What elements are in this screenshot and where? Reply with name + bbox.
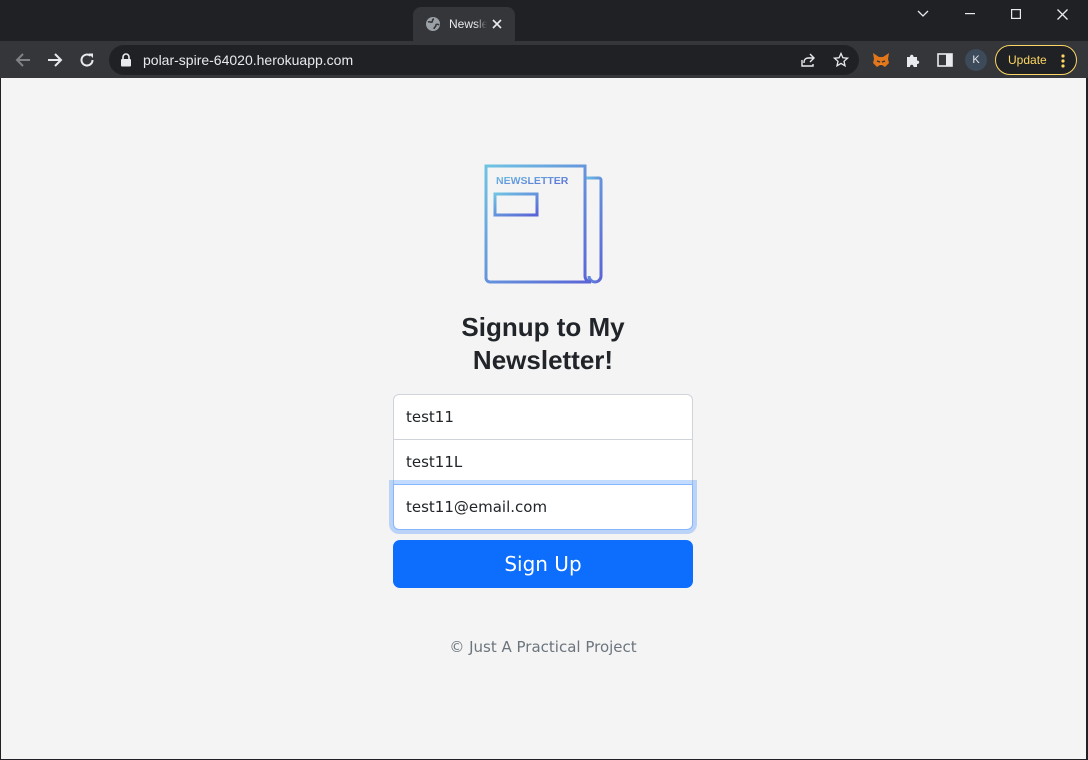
lock-icon[interactable] (120, 53, 134, 67)
more-menu-icon[interactable] (1058, 53, 1068, 69)
address-bar[interactable]: polar-spire-64020.herokuapp.com (109, 45, 859, 75)
page-viewport: NEWSLETTER Signup to My Newsletter! Sign… (1, 78, 1086, 759)
metamask-extension-icon[interactable] (867, 46, 895, 74)
share-icon[interactable] (798, 50, 818, 70)
forward-arrow-icon[interactable] (41, 46, 69, 74)
signup-button[interactable]: Sign Up (393, 540, 693, 588)
globe-icon (425, 16, 441, 32)
signup-form: Sign Up (393, 394, 693, 588)
minimize-icon[interactable] (947, 0, 993, 28)
tab-close-icon[interactable] (489, 16, 505, 32)
bookmark-star-icon[interactable] (831, 50, 851, 70)
page-title: Signup to My Newsletter! (461, 312, 625, 375)
browser-tab[interactable]: Newsletter (413, 7, 515, 41)
tab-strip: Newsletter (0, 0, 1088, 41)
extensions-puzzle-icon[interactable] (899, 46, 927, 74)
chevron-down-icon[interactable] (900, 0, 946, 28)
tab-title: Newsletter (449, 17, 487, 31)
browser-toolbar: polar-spire-64020.herokuapp.com K Update (0, 41, 1088, 78)
footer-text: © Just A Practical Project (449, 638, 637, 656)
first-name-input[interactable] (393, 394, 693, 440)
profile-avatar[interactable]: K (965, 49, 987, 71)
side-panel-icon[interactable] (931, 46, 959, 74)
last-name-input[interactable] (393, 439, 693, 485)
update-button[interactable]: Update (995, 45, 1077, 75)
back-arrow-icon[interactable] (9, 46, 37, 74)
update-label: Update (1008, 53, 1047, 67)
browser-window: Newsletter (0, 0, 1088, 760)
newsletter-logo: NEWSLETTER (484, 164, 603, 284)
close-icon[interactable] (1039, 0, 1085, 28)
email-input[interactable] (393, 484, 693, 530)
maximize-icon[interactable] (993, 0, 1039, 28)
url-text: polar-spire-64020.herokuapp.com (143, 52, 354, 68)
reload-icon[interactable] (73, 46, 101, 74)
logo-text: NEWSLETTER (496, 175, 569, 187)
